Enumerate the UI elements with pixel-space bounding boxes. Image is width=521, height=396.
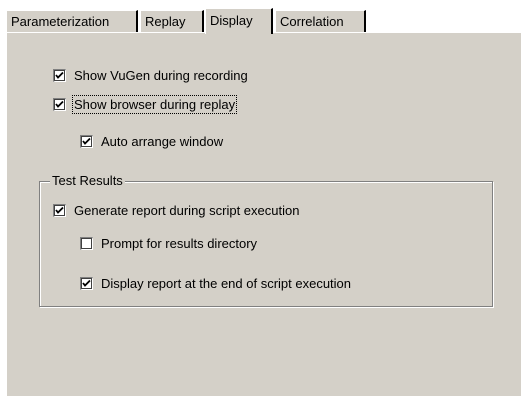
tab-strip: Parameterization Replay Display Correlat… xyxy=(6,8,366,34)
tab-label: Replay xyxy=(145,14,186,29)
checkmark-icon xyxy=(82,137,91,145)
tab-correlation[interactable]: Correlation xyxy=(275,10,366,32)
show-browser-option[interactable]: Show browser during replay xyxy=(53,95,238,114)
checkmark-icon xyxy=(55,71,64,79)
tab-parameterization[interactable]: Parameterization xyxy=(6,10,138,32)
show-vugen-option[interactable]: Show VuGen during recording xyxy=(53,68,248,83)
tab-label: Parameterization xyxy=(11,14,110,29)
display-tab-panel: Show VuGen during recording Show browser… xyxy=(6,32,521,396)
display-report-checkbox[interactable] xyxy=(80,277,93,290)
tab-label: Correlation xyxy=(280,14,344,29)
prompt-results-dir-option[interactable]: Prompt for results directory xyxy=(80,236,257,251)
auto-arrange-option[interactable]: Auto arrange window xyxy=(80,134,223,149)
prompt-results-dir-checkbox[interactable] xyxy=(80,237,93,250)
show-browser-label: Show browser during replay xyxy=(71,95,238,114)
test-results-title: Test Results xyxy=(50,173,125,188)
show-vugen-label: Show VuGen during recording xyxy=(74,68,248,83)
tab-label: Display xyxy=(210,13,253,28)
display-report-label: Display report at the end of script exec… xyxy=(101,276,352,291)
tab-replay[interactable]: Replay xyxy=(140,10,204,32)
tab-display[interactable]: Display xyxy=(205,8,273,34)
generate-report-checkbox[interactable] xyxy=(53,204,66,217)
checkmark-icon xyxy=(55,100,64,108)
generate-report-label: Generate report during script execution xyxy=(74,203,300,218)
auto-arrange-label: Auto arrange window xyxy=(101,134,224,149)
checkmark-icon xyxy=(55,206,64,214)
auto-arrange-checkbox[interactable] xyxy=(80,135,93,148)
show-vugen-checkbox[interactable] xyxy=(53,69,66,82)
prompt-results-dir-label: Prompt for results directory xyxy=(101,236,258,251)
display-report-option[interactable]: Display report at the end of script exec… xyxy=(80,276,351,291)
show-browser-checkbox[interactable] xyxy=(53,98,66,111)
checkmark-icon xyxy=(82,279,91,287)
generate-report-option[interactable]: Generate report during script execution xyxy=(53,203,299,218)
